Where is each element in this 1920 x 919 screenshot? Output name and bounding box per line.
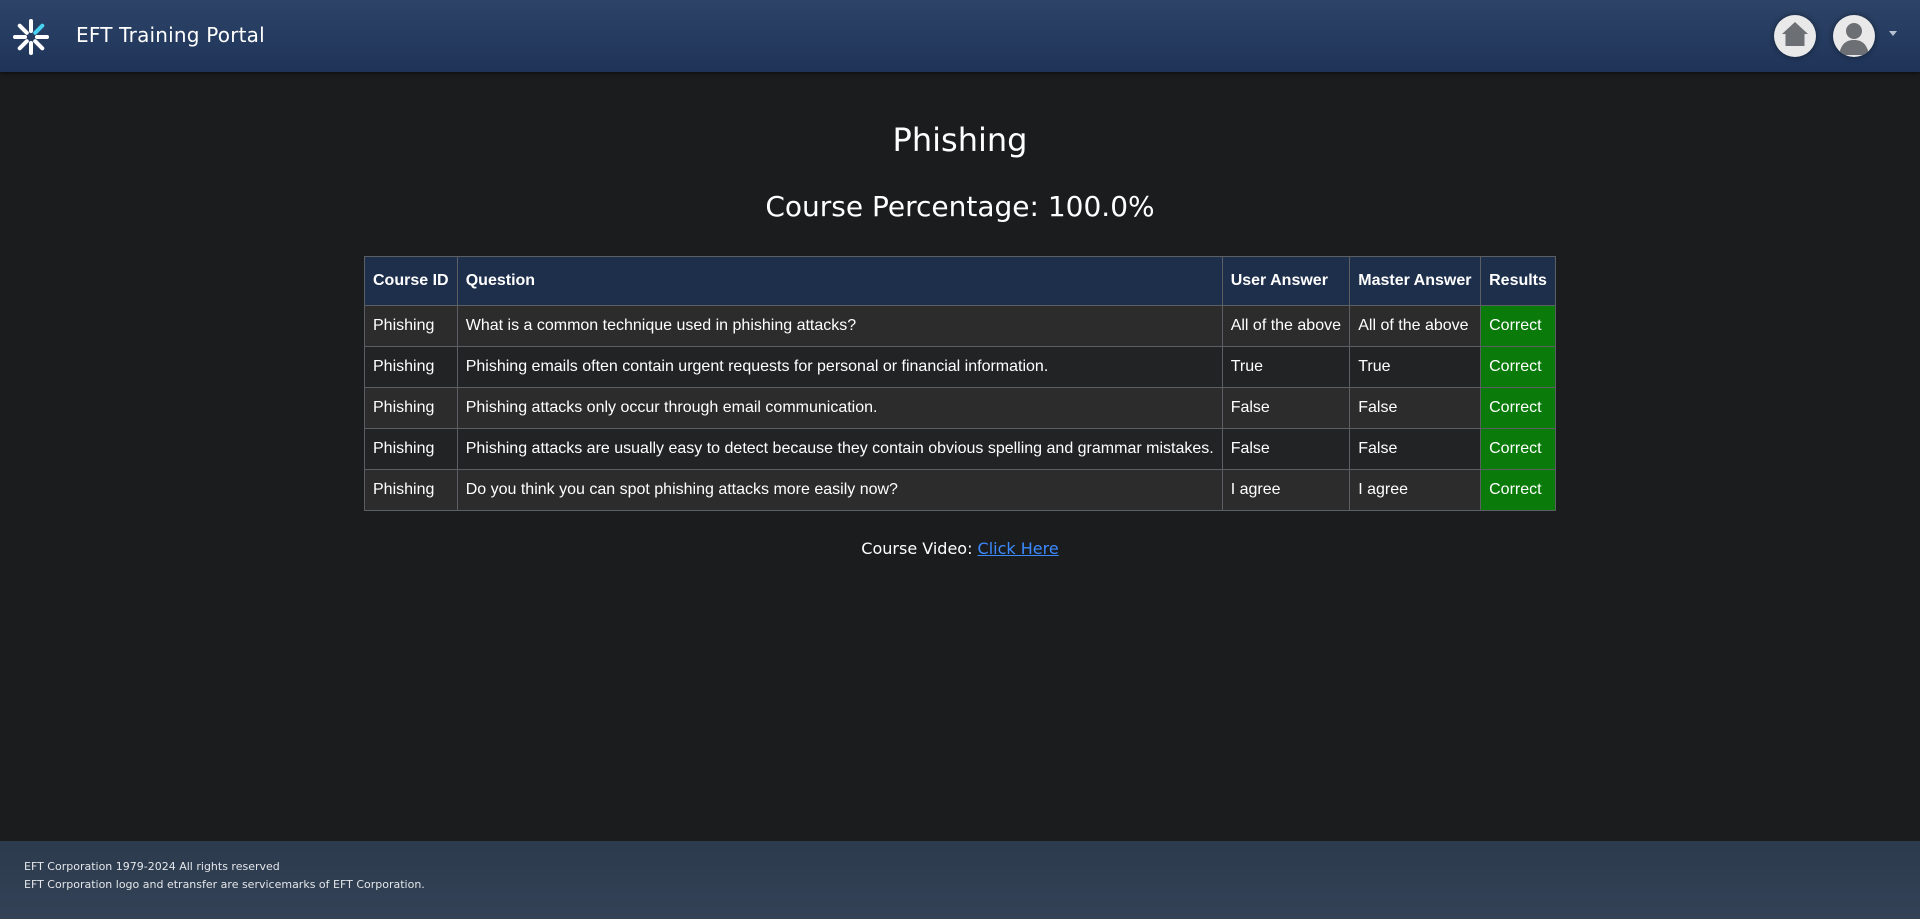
results-table: Course ID Question User Answer Master An…	[364, 256, 1556, 511]
home-button[interactable]	[1774, 15, 1816, 57]
cell-question: Do you think you can spot phishing attac…	[456, 469, 1223, 511]
cell-user-answer: I agree	[1221, 469, 1351, 511]
cell-master-answer: True	[1349, 346, 1482, 388]
column-header-user-answer: User Answer	[1221, 256, 1351, 306]
cell-question: Phishing attacks are usually easy to det…	[456, 428, 1223, 470]
cell-result: Correct	[1480, 305, 1556, 347]
cell-result: Correct	[1480, 387, 1556, 429]
page-title: Phishing	[892, 121, 1028, 159]
cell-user-answer: True	[1221, 346, 1351, 388]
cell-user-answer: False	[1221, 387, 1351, 429]
cell-master-answer: False	[1349, 428, 1482, 470]
cell-course-id: Phishing	[364, 305, 458, 347]
cell-result: Correct	[1480, 428, 1556, 470]
column-header-master-answer: Master Answer	[1349, 256, 1482, 306]
user-avatar-button[interactable]	[1833, 15, 1875, 57]
page: EFT Training Portal Phishing Course Perc…	[0, 0, 1920, 919]
caret-down-icon[interactable]	[1889, 31, 1897, 36]
course-video-line: Course Video: Click Here	[0, 539, 1920, 558]
app-title: EFT Training Portal	[76, 23, 265, 47]
cell-master-answer: All of the above	[1349, 305, 1482, 347]
asterisk-logo-icon[interactable]	[12, 18, 50, 56]
table-row: Phishing Phishing attacks only occur thr…	[364, 387, 1556, 429]
cell-question: Phishing attacks only occur through emai…	[456, 387, 1223, 429]
cell-master-answer: I agree	[1349, 469, 1482, 511]
table-row: Phishing Do you think you can spot phish…	[364, 469, 1556, 511]
column-header-results: Results	[1480, 256, 1556, 306]
footer: EFT Corporation 1979-2024 All rights res…	[0, 841, 1920, 919]
column-header-question: Question	[456, 256, 1223, 306]
cell-result: Correct	[1480, 469, 1556, 511]
table-row: Phishing Phishing attacks are usually ea…	[364, 428, 1556, 470]
top-navbar: EFT Training Portal	[0, 0, 1920, 72]
course-video-label: Course Video:	[861, 539, 978, 558]
course-percentage: Course Percentage: 100.0%	[765, 190, 1155, 223]
course-video-link[interactable]: Click Here	[978, 539, 1059, 558]
table-header-row: Course ID Question User Answer Master An…	[364, 256, 1556, 306]
footer-trademark: EFT Corporation logo and etransfer are s…	[24, 878, 425, 891]
cell-course-id: Phishing	[364, 387, 458, 429]
cell-course-id: Phishing	[364, 469, 458, 511]
cell-user-answer: All of the above	[1221, 305, 1351, 347]
home-icon	[1780, 20, 1810, 52]
table-row: Phishing Phishing emails often contain u…	[364, 346, 1556, 388]
user-avatar-icon	[1833, 23, 1875, 57]
cell-master-answer: False	[1349, 387, 1482, 429]
column-header-course-id: Course ID	[364, 256, 458, 306]
footer-copyright: EFT Corporation 1979-2024 All rights res…	[24, 860, 280, 873]
cell-result: Correct	[1480, 346, 1556, 388]
cell-course-id: Phishing	[364, 428, 458, 470]
cell-course-id: Phishing	[364, 346, 458, 388]
cell-user-answer: False	[1221, 428, 1351, 470]
cell-question: What is a common technique used in phish…	[456, 305, 1223, 347]
cell-question: Phishing emails often contain urgent req…	[456, 346, 1223, 388]
table-row: Phishing What is a common technique used…	[364, 305, 1556, 347]
